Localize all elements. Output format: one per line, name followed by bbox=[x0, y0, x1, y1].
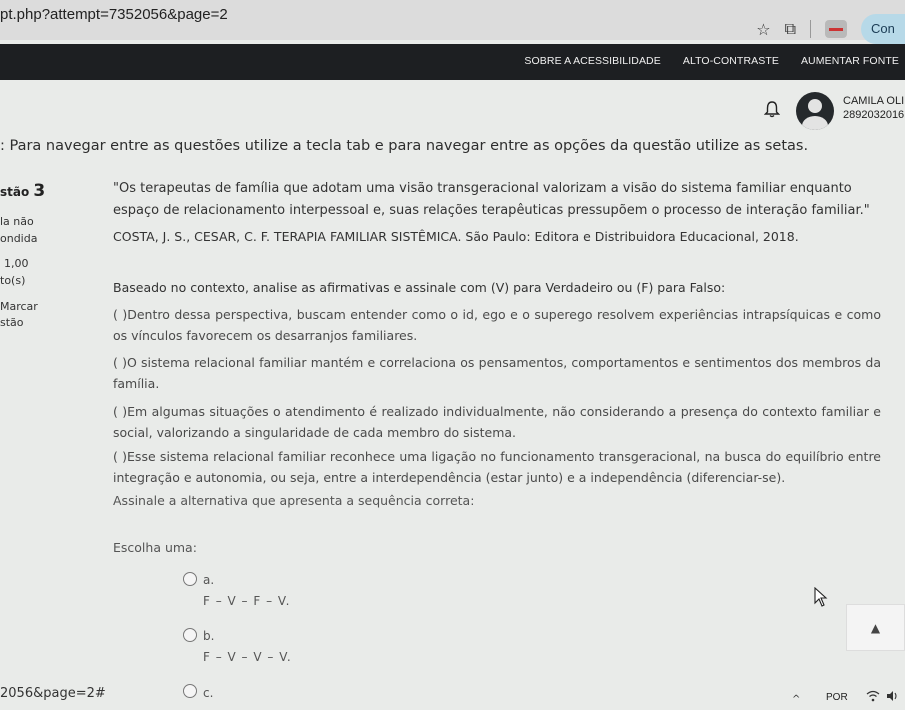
flag-question-link[interactable]: Marcar bbox=[0, 300, 38, 313]
about-accessibility-link[interactable]: SOBRE A ACESSIBILIDADE bbox=[524, 55, 660, 67]
option-a-radio[interactable] bbox=[183, 572, 197, 586]
option-b-value[interactable]: F – V – V – V. bbox=[203, 650, 292, 664]
browser-toolbar: pt.php?attempt=7352056&page=2 ☆ ⧉ Con bbox=[0, 0, 905, 44]
profile-button[interactable]: Con bbox=[861, 14, 905, 44]
option-c-letter: c. bbox=[203, 686, 214, 700]
assinale-text: Assinale a alternativa que apresenta a s… bbox=[113, 493, 475, 508]
chevron-up-icon: ▲ bbox=[870, 620, 881, 635]
navigation-instruction: : Para navegar entre as questões utilize… bbox=[0, 138, 809, 154]
statement-4: ( )Esse sistema relacional familiar reco… bbox=[113, 449, 881, 485]
system-tray bbox=[866, 690, 900, 705]
question-points-label: to(s) bbox=[0, 274, 26, 287]
star-icon[interactable]: ☆ bbox=[756, 20, 770, 39]
bell-icon[interactable] bbox=[763, 100, 781, 122]
avatar[interactable] bbox=[796, 92, 834, 130]
flag-question-link-2[interactable]: stão bbox=[0, 316, 24, 329]
question-prompt: Baseado no contexto, analise as afirmati… bbox=[113, 280, 726, 295]
accessibility-bar: SOBRE A ACESSIBILIDADE ALTO-CONTRASTE AU… bbox=[0, 44, 905, 80]
statement-3: ( )Em algumas situações o atendimento é … bbox=[113, 404, 881, 440]
question-points: 1,00 bbox=[4, 257, 29, 270]
question-citation: COSTA, J. S., CESAR, C. F. TERAPIA FAMIL… bbox=[113, 229, 799, 244]
question-number: stão 3 bbox=[0, 181, 46, 201]
statement-1: ( )Dentro dessa perspectiva, buscam ente… bbox=[113, 307, 881, 343]
scroll-to-top-button[interactable]: ▲ bbox=[846, 604, 905, 651]
high-contrast-link[interactable]: ALTO-CONTRASTE bbox=[683, 55, 779, 67]
mouse-cursor-icon bbox=[814, 586, 828, 611]
option-a-letter: a. bbox=[203, 573, 215, 587]
language-indicator[interactable]: POR bbox=[826, 692, 848, 703]
question-quote-line1: "Os terapeutas de família que adotam uma… bbox=[113, 181, 852, 196]
option-b-letter: b. bbox=[203, 629, 215, 643]
extension-icon[interactable]: ⧉ bbox=[785, 19, 796, 39]
chevron-up-icon[interactable]: ^ bbox=[792, 694, 800, 705]
wifi-icon[interactable] bbox=[866, 690, 880, 705]
statement-2: ( )O sistema relacional familiar mantém … bbox=[113, 355, 881, 391]
user-id: 2892032016 bbox=[843, 109, 905, 121]
user-name: CAMILA OLI bbox=[843, 95, 905, 107]
question-quote-line2: espaço de relacionamento interpessoal e,… bbox=[113, 203, 870, 218]
status-bar-url: 2056&page=2# bbox=[0, 686, 106, 701]
toolbar-divider bbox=[810, 20, 811, 38]
question-status: la não bbox=[0, 215, 34, 228]
question-status-2: ondida bbox=[0, 232, 38, 245]
browser-actions: ☆ ⧉ Con bbox=[756, 14, 905, 44]
volume-icon[interactable] bbox=[886, 690, 900, 705]
option-a-value[interactable]: F – V – F – V. bbox=[203, 594, 290, 608]
address-bar[interactable]: pt.php?attempt=7352056&page=2 bbox=[0, 6, 228, 23]
choose-label: Escolha uma: bbox=[113, 540, 197, 555]
option-b-radio[interactable] bbox=[183, 628, 197, 642]
extension-badge-icon[interactable] bbox=[825, 20, 847, 38]
option-c-radio[interactable] bbox=[183, 684, 197, 698]
increase-font-link[interactable]: AUMENTAR FONTE bbox=[801, 55, 899, 67]
